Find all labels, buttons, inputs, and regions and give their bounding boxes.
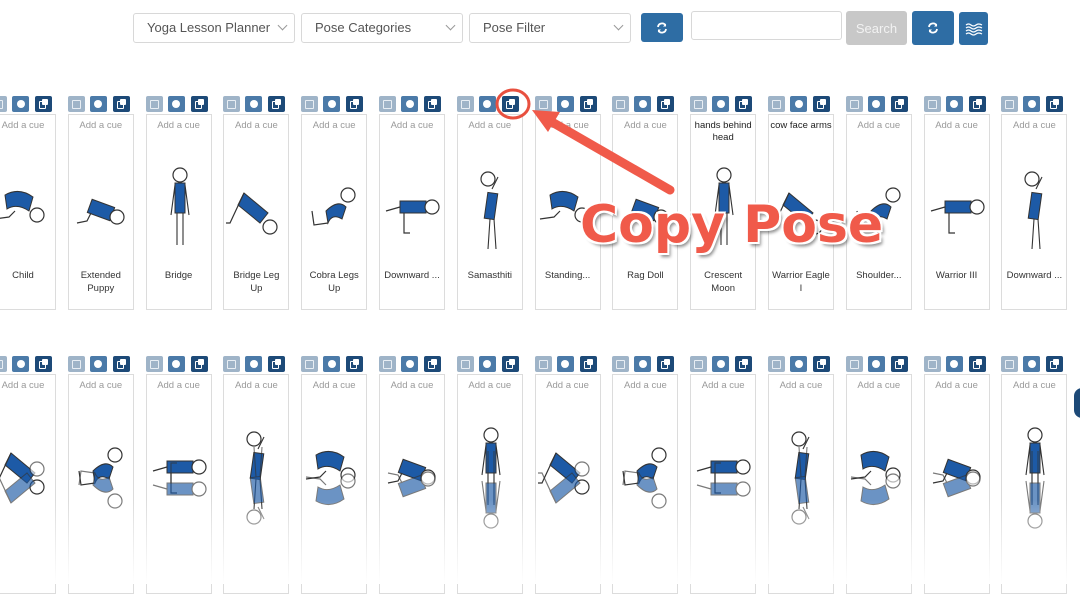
annotation-overlay [495,88,675,195]
annotation-arrow-shaft [540,113,675,195]
annotation-label: Copy Pose [580,195,884,255]
annotation-circle [495,88,531,120]
